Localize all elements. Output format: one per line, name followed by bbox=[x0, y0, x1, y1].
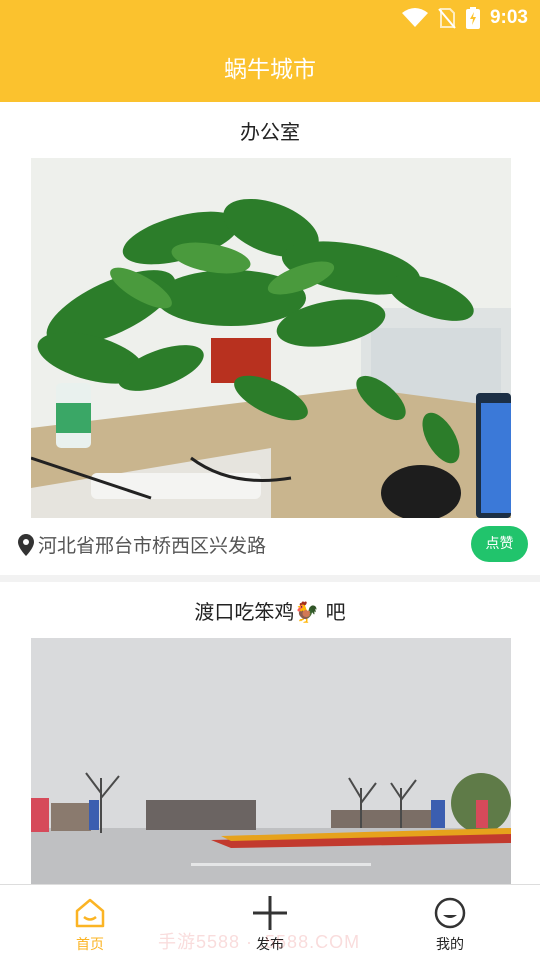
status-bar: 9:03 bbox=[401, 6, 528, 30]
profile-icon bbox=[434, 897, 466, 929]
post-card[interactable]: 办公室 河北省邢台市桥西区兴发路 点赞 bbox=[0, 102, 540, 575]
office-desk-plant-photo bbox=[31, 158, 511, 518]
watermark: 手游5588 · .5588.COM bbox=[158, 932, 361, 952]
plus-icon bbox=[253, 896, 287, 930]
post-card[interactable]: 渡口吃笨鸡🐓 吧 bbox=[0, 582, 540, 884]
battery-charging-icon bbox=[465, 7, 480, 29]
wifi-icon bbox=[401, 8, 428, 27]
post-meta: 河北省邢台市桥西区兴发路 点赞 bbox=[0, 518, 540, 575]
app-header: 9:03 蜗牛城市 bbox=[0, 0, 540, 102]
app-title: 蜗牛城市 bbox=[224, 57, 316, 83]
location: 河北省邢台市桥西区兴发路 bbox=[18, 531, 266, 558]
tab-home[interactable]: 首页 bbox=[0, 885, 180, 960]
post-feed[interactable]: 办公室 河北省邢台市桥西区兴发路 点赞 渡口吃笨鸡🐓 吧 bbox=[0, 102, 540, 884]
location-pin-icon bbox=[18, 533, 34, 556]
tab-label: 首页 bbox=[76, 937, 104, 953]
post-photo[interactable] bbox=[31, 638, 511, 884]
no-sim-icon bbox=[438, 8, 456, 29]
post-title: 办公室 bbox=[240, 120, 300, 144]
tab-label: 我的 bbox=[436, 937, 464, 953]
location-text: 河北省邢台市桥西区兴发路 bbox=[38, 535, 267, 557]
tab-mine[interactable]: 我的 bbox=[360, 885, 540, 960]
post-photo[interactable] bbox=[31, 158, 511, 518]
like-button[interactable]: 点赞 bbox=[471, 526, 528, 562]
post-title: 渡口吃笨鸡🐓 吧 bbox=[194, 600, 346, 624]
outdoor-flower-garden-photo bbox=[31, 638, 511, 884]
status-time: 9:03 bbox=[489, 7, 528, 28]
home-icon bbox=[75, 898, 105, 928]
